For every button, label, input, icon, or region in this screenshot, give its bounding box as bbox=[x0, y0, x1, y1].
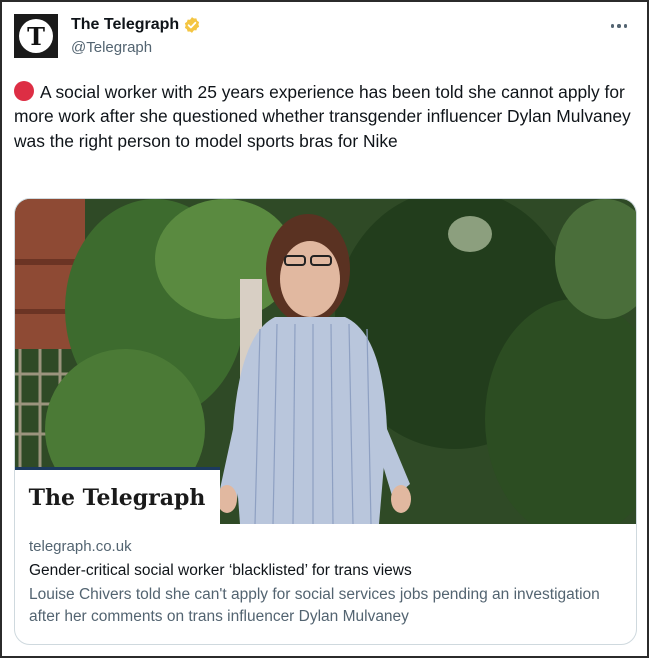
author-display-name[interactable]: The Telegraph bbox=[71, 16, 179, 34]
verified-badge-icon bbox=[185, 17, 200, 33]
card-meta[interactable]: telegraph.co.uk Gender-critical social w… bbox=[29, 536, 629, 628]
tweet-text: A social worker with 25 years experience… bbox=[14, 80, 636, 153]
card-title[interactable]: Gender-critical social worker ‘blacklist… bbox=[29, 560, 629, 582]
card-domain[interactable]: telegraph.co.uk bbox=[29, 536, 629, 558]
tweet-body: A social worker with 25 years experience… bbox=[14, 82, 631, 151]
telegraph-logo-icon: T bbox=[19, 19, 53, 53]
author-handle[interactable]: @Telegraph bbox=[71, 39, 152, 56]
card-logo-text: The Telegraph bbox=[29, 485, 206, 511]
tweet-container[interactable]: T The Telegraph @Telegraph A social work… bbox=[0, 0, 649, 658]
more-options-icon[interactable] bbox=[607, 14, 631, 38]
article-image[interactable]: The Telegraph bbox=[15, 199, 636, 524]
avatar[interactable]: T bbox=[14, 14, 58, 58]
link-card[interactable]: The Telegraph telegraph.co.uk Gender-cri… bbox=[14, 198, 637, 645]
red-circle-icon bbox=[14, 81, 34, 101]
author-name-row[interactable]: The Telegraph bbox=[71, 16, 201, 34]
card-description[interactable]: Louise Chivers told she can't apply for … bbox=[29, 584, 629, 628]
